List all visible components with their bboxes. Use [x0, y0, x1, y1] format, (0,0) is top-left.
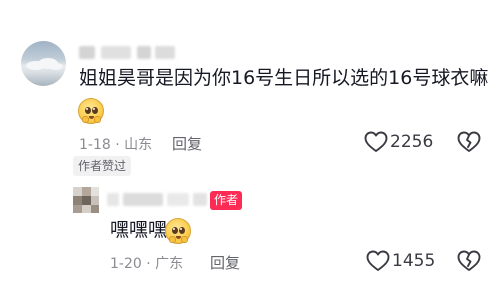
comment-text: 嘿嘿嘿 [110, 219, 168, 241]
comment-date-location: 1-18 · 山东 [79, 137, 153, 153]
reply-button[interactable]: 回复 [210, 252, 240, 273]
reply-button[interactable]: 回复 [172, 133, 202, 154]
pleading-face-emoji-icon [165, 218, 191, 244]
avatar[interactable] [21, 41, 66, 86]
like-count: 2256 [390, 132, 434, 152]
like-count: 1455 [392, 251, 436, 271]
comment-date-location: 1-20 · 广东 [110, 256, 184, 272]
username-blurred[interactable] [79, 46, 175, 59]
pleading-face-emoji-icon [78, 98, 104, 124]
dislike-broken-heart-icon[interactable] [457, 250, 481, 272]
comment-text: 姐姐昊哥是因为你16号生日所以选的16号球衣嘛 [79, 67, 489, 89]
username-blurred[interactable] [107, 193, 207, 206]
dislike-broken-heart-icon[interactable] [457, 131, 481, 153]
avatar-cloud [49, 63, 63, 70]
like-heart-icon[interactable] [366, 250, 390, 272]
like-heart-icon[interactable] [364, 131, 388, 153]
author-liked-badge: 作者赞过 [73, 156, 132, 176]
avatar[interactable] [73, 187, 99, 213]
author-badge: 作者 [210, 191, 243, 210]
